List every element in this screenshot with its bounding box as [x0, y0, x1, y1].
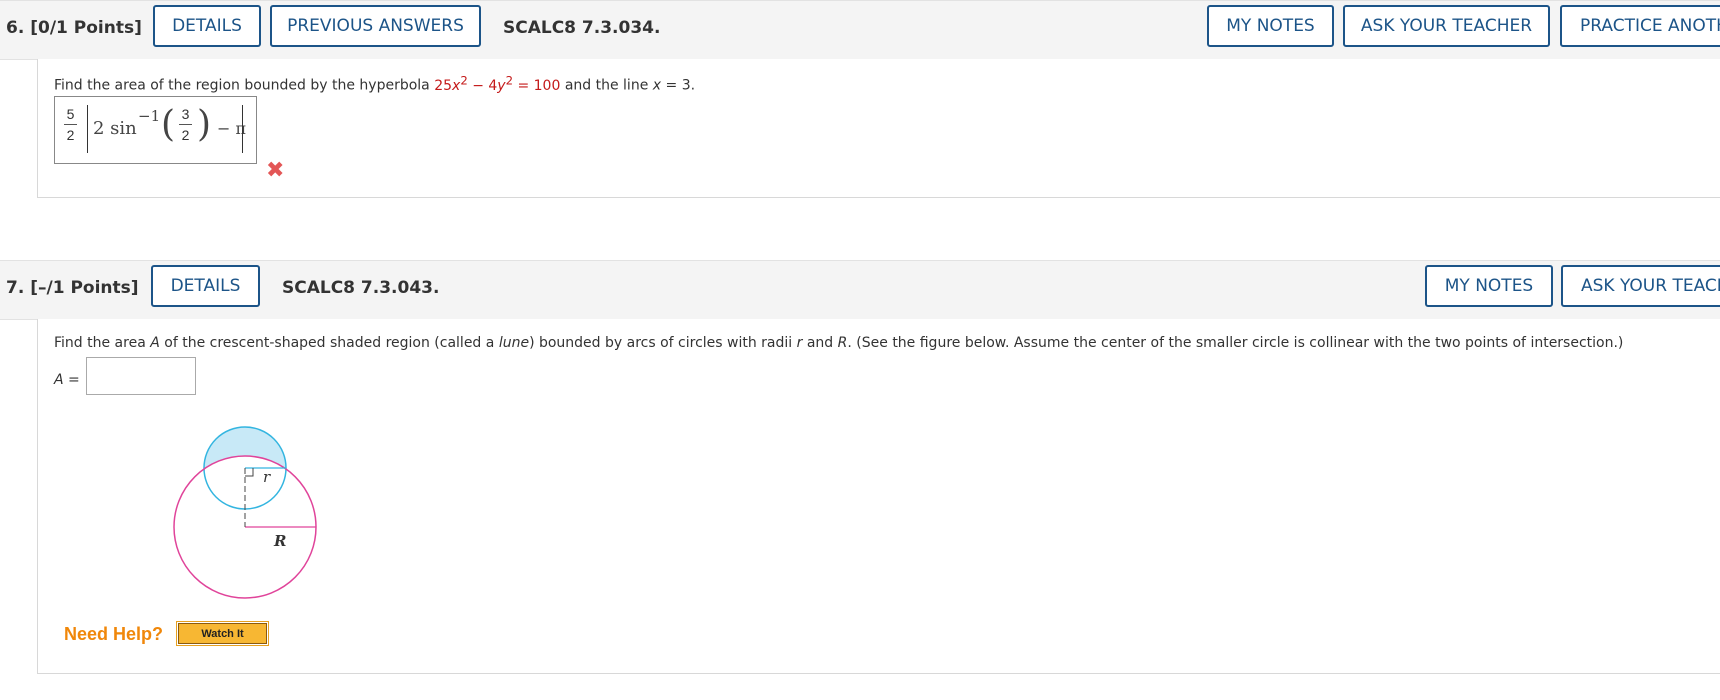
label-r: r	[263, 468, 271, 486]
answer-a-label: A =	[54, 372, 80, 388]
q6-practice-another-button[interactable]: PRACTICE ANOTH	[1560, 5, 1720, 47]
hyperbola-equation: 25x2 − 4y2 = 100	[434, 73, 561, 94]
paren-right: )	[197, 104, 212, 145]
q6-number-points: 6. [0/1 Points]	[6, 18, 142, 38]
need-help-label: Need Help?	[64, 624, 164, 644]
watch-it-button[interactable]: Watch It	[176, 621, 269, 646]
q7-prompt: Find the area A of the crescent-shaped s…	[54, 335, 1624, 351]
lune-figure: r R	[173, 426, 317, 599]
inverse-exponent: −1	[138, 107, 161, 125]
argument-fraction: 32	[179, 106, 192, 143]
q6-ask-teacher-button[interactable]: ASK YOUR TEACHER	[1343, 5, 1550, 47]
q6-my-notes-button[interactable]: MY NOTES	[1207, 5, 1334, 47]
q6-problem-code: SCALC8 7.3.034.	[503, 18, 661, 38]
q6-prompt: Find the area of the region bounded by t…	[54, 73, 696, 94]
q7-number-points: 7. [–/1 Points]	[6, 278, 139, 298]
abs-bar-left	[87, 105, 88, 153]
q7-my-notes-button[interactable]: MY NOTES	[1425, 265, 1553, 307]
q7-details-button[interactable]: DETAILS	[151, 265, 260, 307]
q7-problem-code: SCALC8 7.3.043.	[282, 278, 440, 298]
q6-details-button[interactable]: DETAILS	[153, 5, 261, 47]
right-angle-mark	[245, 468, 254, 477]
two-sin-text: 2 sin	[93, 118, 137, 139]
abs-bar-right	[242, 105, 243, 153]
q7-ask-teacher-button[interactable]: ASK YOUR TEACH	[1561, 265, 1720, 307]
area-answer-input[interactable]	[86, 357, 196, 395]
incorrect-x-icon: ✖	[266, 157, 285, 182]
coefficient-fraction: 52	[64, 106, 77, 143]
label-R: R	[273, 532, 286, 550]
paren-left: (	[161, 104, 176, 145]
q6-header: 6. [0/1 Points] DETAILS PREVIOUS ANSWERS…	[0, 0, 1720, 60]
q6-previous-answers-button[interactable]: PREVIOUS ANSWERS	[270, 5, 481, 47]
q7-header: 7. [–/1 Points] DETAILS SCALC8 7.3.043. …	[0, 260, 1720, 320]
q6-answer-field[interactable]: 52 2 sin −1 ( 32 ) − π	[54, 96, 257, 164]
